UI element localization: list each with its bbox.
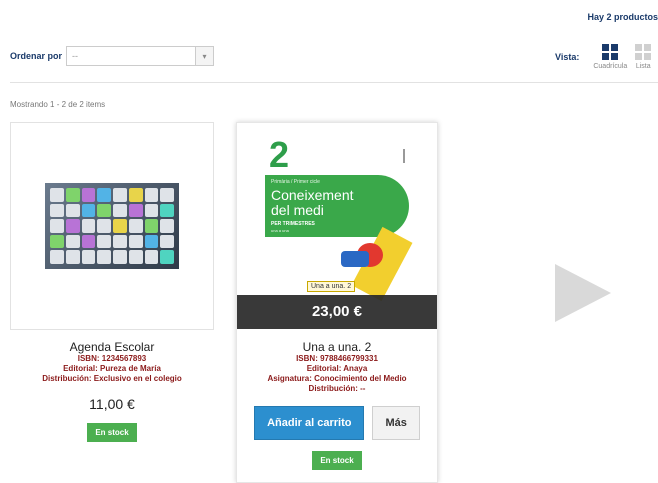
view-list-button[interactable]: Lista <box>635 44 652 70</box>
divider <box>10 82 658 83</box>
sort-select[interactable]: -- ▾ <box>66 46 215 66</box>
cover-side-mark <box>403 149 405 163</box>
cover-number: 2 <box>269 134 290 175</box>
cover-subtitle-2: una a una <box>271 228 289 233</box>
product-distribution: Distribución: Exclusivo en el colegio <box>42 374 182 383</box>
product-editorial: Editorial: Pureza de María <box>63 364 161 373</box>
cover-title-line2: del medi <box>271 202 324 218</box>
keyboard-image <box>45 183 179 269</box>
add-to-cart-button[interactable]: Añadir al carrito <box>254 406 365 440</box>
list-icon <box>635 44 652 60</box>
product-card-hover: 2 Primària / Primer cicle Coneixement de… <box>236 122 438 483</box>
price-overlay: 23,00 € <box>237 295 437 329</box>
product-count: Hay 2 productos <box>587 12 658 22</box>
sort-label: Ordenar por <box>10 51 63 61</box>
product-editorial: Editorial: Anaya <box>306 364 368 373</box>
product-distribution: Distribución: -- <box>308 384 366 393</box>
sort-select-value: -- <box>72 51 79 61</box>
product-subject: Asignatura: Conocimiento del Medio <box>267 374 407 383</box>
stock-badge: En stock <box>312 451 362 470</box>
cover-badge: Una a una. 2 <box>307 281 356 292</box>
product-title[interactable]: Una a una. 2 <box>237 340 437 354</box>
cover-title: Coneixement del medi <box>271 188 354 218</box>
chevron-down-icon: ▾ <box>195 47 214 65</box>
more-button[interactable]: Más <box>372 406 420 440</box>
next-arrow-icon[interactable] <box>555 264 611 322</box>
view-grid-label: Cuadrícula <box>593 63 628 70</box>
cover-title-line1: Coneixement <box>271 187 354 203</box>
stock-badge: En stock <box>87 423 137 442</box>
view-switcher: Vista: Cuadrícula Lista <box>555 44 658 70</box>
product-card: Agenda Escolar ISBN: 1234567893 Editoria… <box>10 122 214 442</box>
view-label: Vista: <box>555 52 580 62</box>
cover-small-text: Primària / Primer cicle <box>271 179 320 185</box>
book-cover: 2 Primària / Primer cicle Coneixement de… <box>265 131 413 321</box>
showing-count: Mostrando 1 - 2 de 2 items <box>10 100 106 109</box>
sort-bar: Ordenar por -- ▾ <box>10 46 215 66</box>
product-title[interactable]: Agenda Escolar <box>10 340 214 354</box>
product-isbn: ISBN: 1234567893 <box>77 354 147 363</box>
cover-illustration-blue <box>341 251 369 267</box>
cover-subtitle: PER TRIMESTRES <box>271 221 315 227</box>
product-price: 11,00 € <box>89 396 135 412</box>
product-image[interactable] <box>10 122 214 330</box>
view-grid-button[interactable]: Cuadrícula <box>593 44 627 70</box>
view-list-label: Lista <box>635 63 651 70</box>
product-isbn: ISBN: 9788466799331 <box>296 354 378 363</box>
product-image[interactable]: 2 Primària / Primer cicle Coneixement de… <box>237 123 437 329</box>
grid-icon <box>602 44 619 60</box>
